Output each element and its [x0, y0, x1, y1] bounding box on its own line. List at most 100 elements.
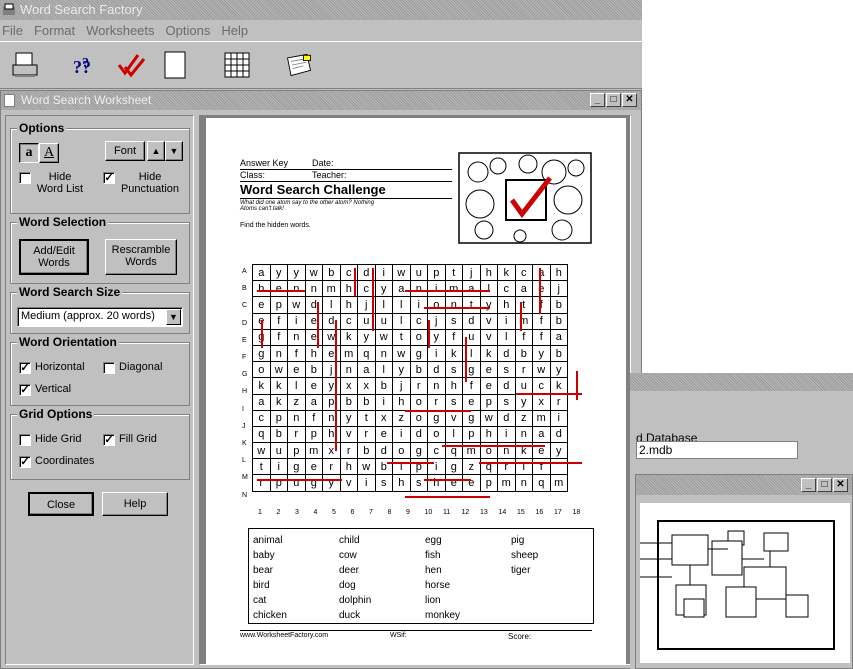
grid-button[interactable] [222, 49, 252, 81]
grid-cell: c [532, 377, 551, 395]
grid-cell: k [444, 344, 463, 363]
font-large-button[interactable]: A [39, 143, 59, 163]
blank-page-button[interactable] [160, 49, 190, 81]
grid-cell: q [252, 425, 271, 444]
menu-help[interactable]: Help [221, 23, 248, 38]
worksheet-preview: Answer Key Date: Class: Teacher: Word Se… [199, 115, 631, 665]
font-up-button[interactable]: ▲ [147, 141, 165, 161]
menu-options[interactable]: Options [166, 23, 211, 38]
grid-cell: n [269, 344, 288, 363]
grid-cell: x [374, 409, 393, 427]
word-list-item: fish [425, 550, 441, 561]
row-label: B [242, 285, 247, 293]
answer-highlight [405, 496, 490, 499]
close-button[interactable]: Close [28, 492, 94, 516]
size-select[interactable]: Medium (approx. 20 words) ▼ [17, 307, 183, 327]
bg-maximize-button[interactable]: □ [817, 478, 832, 492]
word-list-item: lion [425, 595, 441, 606]
grid-cell: n [409, 280, 428, 298]
row-label: D [242, 319, 248, 327]
app-title: Word Search Factory [20, 2, 143, 17]
grid-cell: p [287, 442, 306, 460]
grid-cell: r [514, 361, 533, 379]
font-button[interactable]: Font [105, 141, 145, 161]
hide-word-list-checkbox[interactable]: Hide Word List [19, 171, 99, 195]
grid-cell: b [549, 344, 568, 363]
grid-cell: s [374, 474, 393, 492]
database-label: d Database [636, 431, 698, 445]
app-icon [3, 3, 15, 15]
grid-cell: h [392, 393, 411, 411]
hide-punctuation-checkbox[interactable]: ✓ Hide Punctuation [103, 171, 189, 195]
grid-cell: r [549, 393, 568, 411]
minimize-button[interactable]: _ [590, 93, 605, 107]
grid-cell: i [287, 312, 306, 330]
answer-highlight [538, 268, 541, 314]
grid-cell: n [374, 344, 393, 363]
diagonal-checkbox[interactable]: Diagonal [103, 361, 162, 374]
coordinates-checkbox[interactable]: ✓ Coordinates [19, 455, 94, 468]
word-list-item: monkey [425, 610, 461, 621]
grid-cell: b [409, 361, 428, 379]
grid-cell: y [549, 442, 568, 460]
word-list-column: egg fish hen horse lion monkey [425, 533, 460, 623]
menu-worksheets[interactable]: Worksheets [86, 23, 154, 38]
column-label: 13 [480, 508, 488, 516]
grid-cell: d [374, 442, 393, 460]
word-list-item: bear [253, 565, 274, 576]
grid-cell: g [462, 409, 481, 427]
menu-format[interactable]: Format [34, 23, 75, 38]
grid-cell: h [322, 425, 341, 444]
font-small-button[interactable]: a [19, 143, 39, 163]
answer-highlight [575, 371, 578, 400]
menu-file[interactable]: File [2, 23, 23, 38]
grid-cell: a [514, 280, 533, 298]
dropdown-arrow-icon[interactable]: ▼ [166, 309, 181, 325]
maximize-button[interactable]: □ [606, 93, 621, 107]
row-label: K [242, 440, 247, 447]
grid-cell: n [287, 280, 306, 298]
column-label: 17 [554, 508, 562, 516]
horizontal-checkbox[interactable]: ✓ Horizontal [19, 361, 85, 374]
grid-cell: p [269, 409, 288, 427]
background-diagram-titlebar: _ □ ✕ [636, 475, 852, 495]
font-down-button[interactable]: ▼ [165, 141, 183, 161]
grid-cell: o [409, 409, 428, 427]
column-label: 15 [517, 508, 525, 516]
column-label: 5 [332, 508, 336, 516]
grid-cell: u [374, 312, 393, 330]
vertical-checkbox[interactable]: ✓ Vertical [19, 383, 71, 396]
answer-key-button[interactable] [116, 49, 146, 81]
grid-cell: r [322, 458, 341, 476]
grid-cell: n [304, 280, 323, 298]
rescramble-button[interactable]: Rescramble Words [105, 239, 177, 275]
grid-cell: n [427, 377, 446, 395]
answer-highlight [405, 410, 471, 413]
grid-cell: m [532, 409, 551, 427]
column-label: 3 [295, 508, 299, 516]
grid-cell: d [427, 361, 446, 379]
hint-button[interactable]: ??? [72, 49, 102, 81]
help-button[interactable]: Help [102, 492, 168, 516]
word-list-item: cow [339, 550, 357, 561]
grid-cell: y [322, 474, 341, 492]
grid-cell: m [549, 474, 568, 492]
coordinates-label: Coordinates [35, 455, 95, 467]
grid-cell: o [409, 393, 428, 411]
worksheet-button[interactable] [284, 49, 314, 81]
grid-cell: a [462, 280, 481, 298]
grid-cell: l [392, 312, 411, 330]
grid-row: cpnfnytxzogvgwdzmi [252, 409, 568, 427]
bg-close-button[interactable]: ✕ [833, 478, 848, 492]
add-edit-words-button[interactable]: Add/Edit Words [19, 239, 89, 275]
bg-minimize-button[interactable]: _ [801, 478, 816, 492]
database-file-field[interactable]: 2.mdb [636, 441, 798, 459]
fill-grid-checkbox[interactable]: ✓ Fill Grid [103, 433, 157, 446]
grid-cell: i [374, 263, 393, 282]
answer-highlight [316, 302, 319, 348]
grid-cell: r [427, 393, 446, 411]
grid-cell: f [532, 296, 551, 314]
close-window-button[interactable]: ✕ [622, 93, 637, 107]
print-button[interactable] [10, 49, 40, 81]
hide-grid-checkbox[interactable]: Hide Grid [19, 433, 81, 446]
